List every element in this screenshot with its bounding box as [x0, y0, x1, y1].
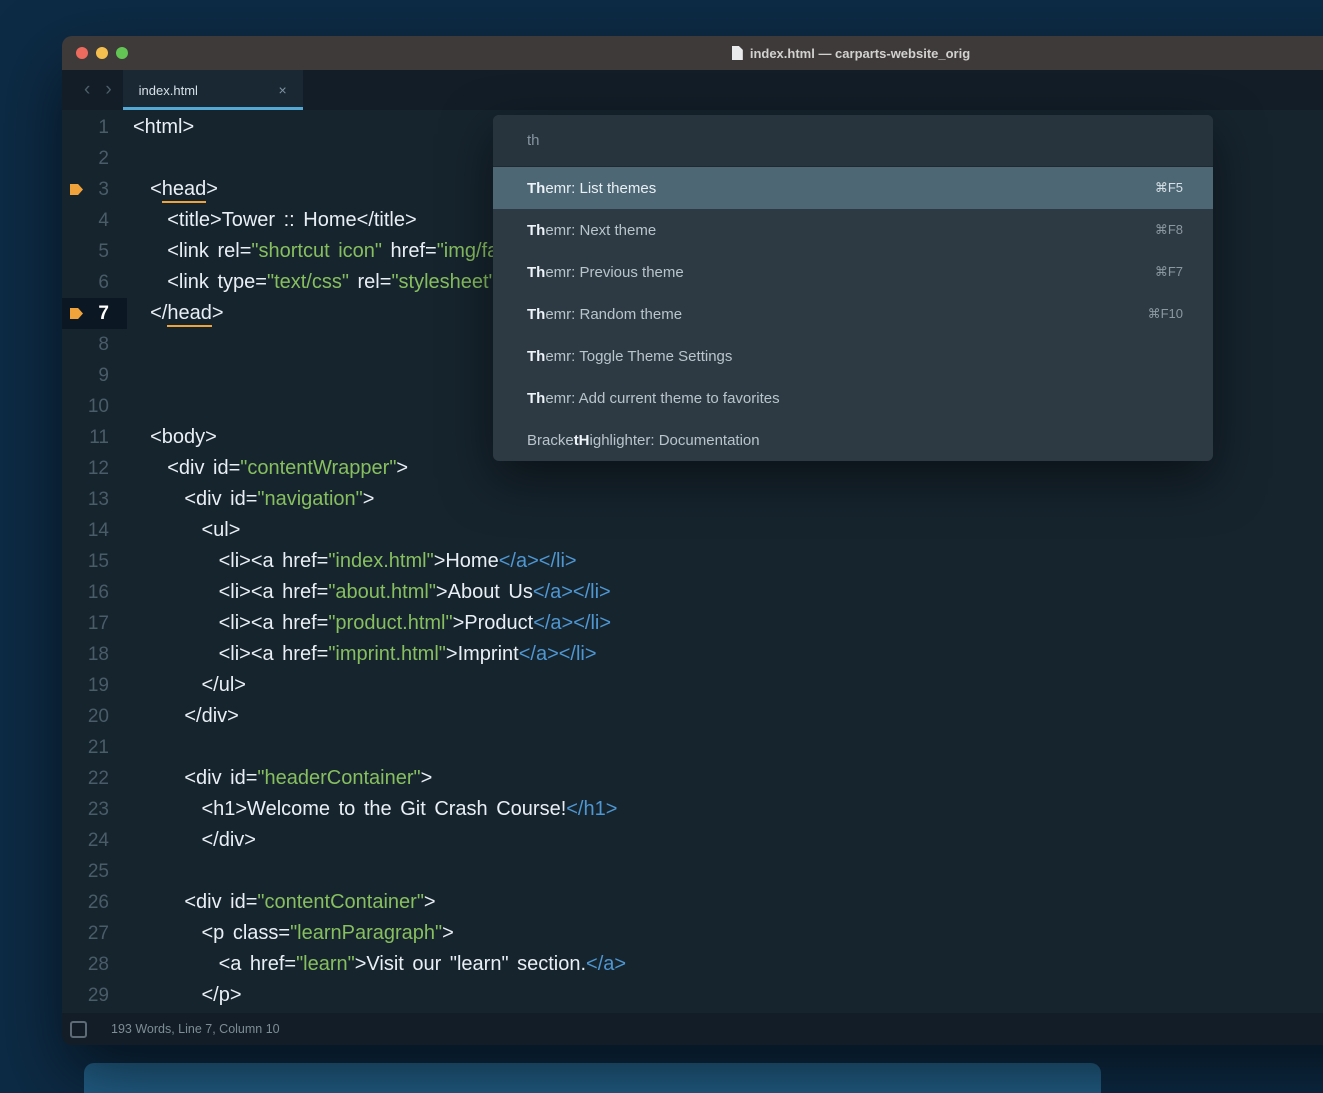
line-number: 11 — [62, 422, 127, 453]
sidebar-toggle-icon[interactable] — [70, 1021, 87, 1038]
line-number: 15 — [62, 546, 127, 577]
status-text: 193 Words, Line 7, Column 10 — [111, 1022, 280, 1036]
code-line[interactable]: <li><a href="imprint.html">Imprint</a></… — [133, 639, 1323, 670]
document-icon — [732, 46, 743, 60]
palette-item-label: Themr: Random theme — [527, 306, 1148, 323]
tab-history-nav: ‹ › — [62, 70, 112, 110]
command-palette: th Themr: List themes⌘F5Themr: Next them… — [493, 115, 1213, 461]
line-number: 29 — [62, 980, 127, 1011]
shortcut-hint: ⌘F8 — [1155, 222, 1183, 238]
line-number: 5 — [62, 236, 127, 267]
code-line[interactable]: <div id="headerContainer"> — [133, 763, 1323, 794]
palette-item-label: Themr: Toggle Theme Settings — [527, 348, 1183, 365]
palette-query-text: th — [527, 132, 540, 149]
close-window-button[interactable] — [76, 47, 88, 59]
line-number: 14 — [62, 515, 127, 546]
code-line[interactable]: <li><a href="index.html">Home</a></li> — [133, 546, 1323, 577]
code-line[interactable]: <a href="learn">Visit our "learn" sectio… — [133, 949, 1323, 980]
palette-item[interactable]: Themr: Next theme⌘F8 — [493, 209, 1213, 251]
line-number: 9 — [62, 360, 127, 391]
code-line[interactable]: </p> — [133, 980, 1323, 1011]
code-line[interactable]: <div id="contentContainer"> — [133, 887, 1323, 918]
line-number: 18 — [62, 639, 127, 670]
status-bar: 193 Words, Line 7, Column 10 — [62, 1013, 1323, 1045]
palette-item[interactable]: Themr: Toggle Theme Settings — [493, 335, 1213, 377]
line-number: 17 — [62, 608, 127, 639]
palette-search-input[interactable]: th — [493, 115, 1213, 167]
background-window-edge — [84, 1063, 1101, 1093]
history-forward-icon[interactable]: › — [105, 79, 111, 101]
palette-item-label: Themr: Next theme — [527, 222, 1155, 239]
code-line[interactable] — [133, 732, 1323, 763]
code-line[interactable]: <li><a href="product.html">Product</a></… — [133, 608, 1323, 639]
minimize-window-button[interactable] — [96, 47, 108, 59]
line-number: 26 — [62, 887, 127, 918]
history-back-icon[interactable]: ‹ — [84, 79, 90, 101]
palette-item[interactable]: Themr: Previous theme⌘F7 — [493, 251, 1213, 293]
tab-bar: ‹ › index.html × — [62, 70, 1323, 110]
line-number: 13 — [62, 484, 127, 515]
bookmark-marker-icon — [70, 308, 83, 319]
line-number: 1 — [62, 112, 127, 143]
palette-item-label: Themr: Add current theme to favorites — [527, 390, 1183, 407]
palette-item[interactable]: Themr: Add current theme to favorites — [493, 377, 1213, 419]
code-line[interactable] — [133, 856, 1323, 887]
palette-item-label: Themr: List themes — [527, 180, 1155, 197]
window-title: index.html — carparts-website_orig — [750, 46, 970, 61]
palette-item[interactable]: Themr: Random theme⌘F10 — [493, 293, 1213, 335]
active-tab-indicator — [123, 107, 303, 110]
zoom-window-button[interactable] — [116, 47, 128, 59]
titlebar[interactable]: index.html — carparts-website_orig — [62, 36, 1323, 70]
line-number: 21 — [62, 732, 127, 763]
shortcut-hint: ⌘F5 — [1155, 180, 1183, 196]
line-number: 10 — [62, 391, 127, 422]
desktop: index.html — carparts-website_orig ‹ › i… — [0, 0, 1323, 1085]
line-number: 20 — [62, 701, 127, 732]
code-line[interactable]: <div id="navigation"> — [133, 484, 1323, 515]
code-line[interactable]: </div> — [133, 825, 1323, 856]
line-number: 22 — [62, 763, 127, 794]
tab-label: index.html — [139, 83, 198, 98]
line-number: 3 — [62, 174, 127, 205]
line-number: 28 — [62, 949, 127, 980]
gutter: 1234567891011121314151617181920212223242… — [62, 110, 127, 1013]
line-number: 25 — [62, 856, 127, 887]
code-line[interactable]: </div> — [133, 701, 1323, 732]
tab-index-html[interactable]: index.html × — [123, 70, 303, 110]
palette-item[interactable]: BracketHighlighter: Documentation — [493, 419, 1213, 461]
code-line[interactable]: <h1>Welcome to the Git Crash Course!</h1… — [133, 794, 1323, 825]
line-number: 19 — [62, 670, 127, 701]
palette-item[interactable]: Themr: List themes⌘F5 — [493, 167, 1213, 209]
shortcut-hint: ⌘F7 — [1155, 264, 1183, 280]
traffic-lights — [76, 36, 128, 70]
shortcut-hint: ⌘F10 — [1148, 306, 1183, 322]
code-line[interactable]: <li><a href="about.html">About Us</a></l… — [133, 577, 1323, 608]
code-line[interactable]: </ul> — [133, 670, 1323, 701]
line-number: 12 — [62, 453, 127, 484]
line-number: 27 — [62, 918, 127, 949]
tab-close-icon[interactable]: × — [278, 82, 286, 98]
line-number: 24 — [62, 825, 127, 856]
line-number: 16 — [62, 577, 127, 608]
line-number: 7 — [62, 298, 127, 329]
palette-item-label: Themr: Previous theme — [527, 264, 1155, 281]
code-line[interactable]: <p class="learnParagraph"> — [133, 918, 1323, 949]
line-number: 2 — [62, 143, 127, 174]
code-line[interactable]: <ul> — [133, 515, 1323, 546]
line-number: 4 — [62, 205, 127, 236]
palette-item-label: BracketHighlighter: Documentation — [527, 432, 1183, 449]
bookmark-marker-icon — [70, 184, 83, 195]
line-number: 23 — [62, 794, 127, 825]
line-number: 6 — [62, 267, 127, 298]
window-title-group: index.html — carparts-website_orig — [732, 46, 970, 61]
palette-results: Themr: List themes⌘F5Themr: Next theme⌘F… — [493, 167, 1213, 461]
line-number: 8 — [62, 329, 127, 360]
